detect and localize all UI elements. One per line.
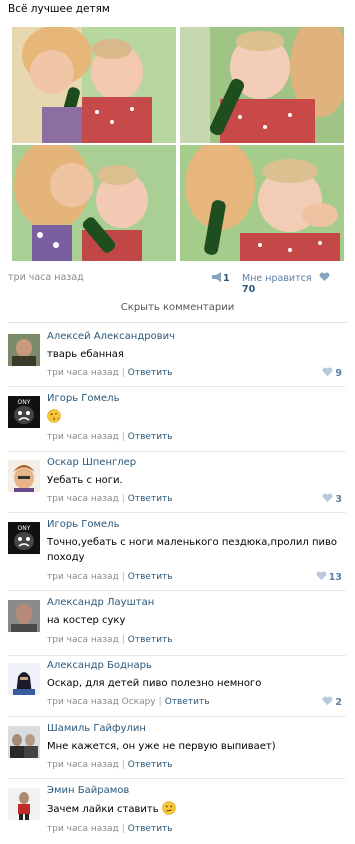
reply-link[interactable]: Ответить — [128, 635, 173, 645]
photo-4[interactable] — [180, 145, 344, 261]
heart-icon — [316, 571, 327, 581]
comment: Эмин Байрамов Зачем лайки ставить три ча… — [8, 785, 346, 839]
heart-icon — [322, 696, 333, 706]
comment-footer: три часа назад | Ответить — [47, 635, 173, 645]
comment-author[interactable]: Алексей Александрович — [47, 331, 175, 342]
comment-time[interactable]: три часа назад — [47, 824, 119, 834]
comment-footer: три часа назад | Ответить — [47, 824, 173, 834]
reply-link[interactable]: Ответить — [128, 760, 173, 770]
comment-like-button[interactable]: 13 — [316, 571, 342, 583]
divider — [8, 322, 347, 323]
comment-text: Мне кажется, он уже не первую выпивает) — [47, 741, 276, 752]
comment-author[interactable]: Шамиль Гайфулин — [47, 723, 146, 734]
comment-like-count: 13 — [328, 572, 342, 583]
avatar[interactable] — [8, 460, 40, 492]
divider — [8, 778, 346, 779]
divider — [8, 512, 346, 513]
post-time[interactable]: три часа назад — [8, 272, 84, 283]
comment-time[interactable]: три часа назад — [47, 635, 119, 645]
comment-author[interactable]: Оскар Шпенглер — [47, 457, 136, 468]
comment-footer: три часа назад | Ответить — [47, 432, 173, 442]
repost-count: 1 — [223, 273, 230, 284]
comment-text — [47, 409, 342, 425]
svg-text:ONY: ONY — [18, 525, 31, 532]
comment-text: на костер суку — [47, 615, 126, 626]
photo-1[interactable] — [12, 27, 176, 143]
reply-link[interactable]: Ответить — [128, 368, 173, 378]
comment-author[interactable]: Игорь Гомель — [47, 519, 119, 530]
post-title: Всё лучшее детям — [8, 3, 110, 15]
avatar[interactable] — [8, 334, 40, 366]
heart-icon — [322, 493, 333, 503]
comment-time[interactable]: три часа назад Оскару — [47, 697, 156, 707]
avatar[interactable]: ONY — [8, 522, 40, 554]
comment-footer: три часа назад | Ответить — [47, 494, 173, 504]
comment: Шамиль Гайфулин Мне кажется, он уже не п… — [8, 723, 346, 779]
reply-link[interactable]: Ответить — [128, 572, 173, 582]
comment-like-count: 2 — [335, 697, 342, 708]
confused-emoji-icon — [162, 801, 176, 815]
comment-like-button[interactable]: 9 — [322, 367, 342, 379]
reply-link[interactable]: Ответить — [128, 432, 173, 442]
comment-text: Оскар, для детей пиво полезно немного — [47, 678, 262, 689]
comment-text: тварь ебанная — [47, 349, 124, 360]
comment-text: Уебать с ноги. — [47, 475, 123, 486]
comment-time[interactable]: три часа назад — [47, 572, 119, 582]
reply-link[interactable]: Ответить — [165, 697, 210, 707]
heart-icon — [322, 367, 333, 377]
divider — [8, 590, 346, 591]
photo-grid — [12, 27, 344, 261]
like-label: Мне нравится — [242, 273, 312, 284]
comment-like-count: 3 — [335, 494, 342, 505]
comment-author[interactable]: Александр Лауштан — [47, 597, 154, 608]
comment: ONY Игорь Гомель три часа назад | Ответить — [8, 393, 346, 452]
reply-link[interactable]: Ответить — [128, 824, 173, 834]
avatar[interactable] — [8, 663, 40, 695]
divider — [8, 655, 346, 656]
comment-author[interactable]: Игорь Гомель — [47, 393, 119, 404]
photo-2[interactable] — [180, 27, 344, 143]
comment-time[interactable]: три часа назад — [47, 432, 119, 442]
reply-link[interactable]: Ответить — [128, 494, 173, 504]
comment-footer: три часа назад | Ответить — [47, 368, 173, 378]
divider — [8, 451, 346, 452]
avatar[interactable] — [8, 726, 40, 758]
comment: Александр Боднарь Оскар, для детей пиво … — [8, 660, 346, 717]
photo-3[interactable] — [12, 145, 176, 261]
comment-footer: три часа назад | Ответить — [47, 572, 173, 582]
comment-time[interactable]: три часа назад — [47, 494, 119, 504]
avatar[interactable] — [8, 600, 40, 632]
megaphone-icon — [212, 272, 221, 282]
comment: Александр Лауштан на костер суку три час… — [8, 597, 346, 656]
avatar[interactable] — [8, 788, 40, 820]
comment-footer: три часа назад Оскару | Ответить — [47, 697, 210, 707]
svg-text:ONY: ONY — [18, 399, 31, 406]
comment-author[interactable]: Эмин Байрамов — [47, 785, 129, 796]
comment-text: Точно,уебать с ноги маленького пездюка,п… — [47, 537, 338, 563]
comment-text: Зачем лайки ставить — [47, 801, 342, 817]
post-meta: три часа назад 1 Мне нравится 70 — [8, 272, 341, 295]
repost-button[interactable]: 1 — [211, 272, 230, 284]
like-button[interactable]: Мне нравится 70 — [242, 272, 341, 295]
comment-author[interactable]: Александр Боднарь — [47, 660, 152, 671]
comment-like-count: 9 — [335, 368, 342, 379]
hide-comments-link[interactable]: Скрыть комментарии — [0, 302, 355, 313]
divider — [8, 716, 346, 717]
comment: Оскар Шпенглер Уебать с ноги. три часа н… — [8, 457, 346, 513]
heart-icon — [319, 272, 330, 282]
comment-footer: три часа назад | Ответить — [47, 760, 173, 770]
comment-like-button[interactable]: 2 — [322, 696, 342, 708]
comment: Алексей Александрович тварь ебанная три … — [8, 331, 346, 387]
comment-time[interactable]: три часа назад — [47, 760, 119, 770]
kiss-emoji-icon — [47, 409, 61, 423]
like-count: 70 — [242, 284, 256, 295]
divider — [8, 386, 346, 387]
comment: ONY Игорь Гомель Точно,уебать с ноги мал… — [8, 519, 346, 591]
comment-time[interactable]: три часа назад — [47, 368, 119, 378]
comment-like-button[interactable]: 3 — [322, 493, 342, 505]
avatar[interactable]: ONY — [8, 396, 40, 428]
comment-text-body: Зачем лайки ставить — [47, 804, 159, 815]
